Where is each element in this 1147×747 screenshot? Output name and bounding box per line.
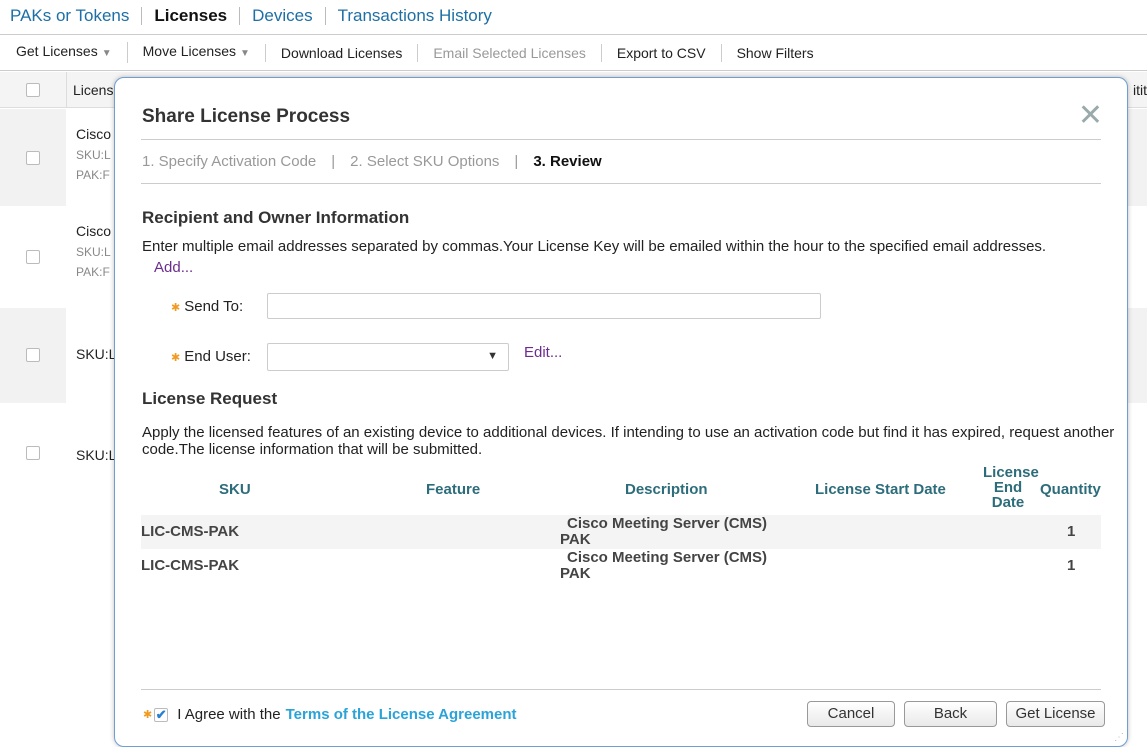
cell-description: Cisco Meeting Server (CMS) PAK [560,550,767,582]
column-header-license-start-date: License Start Date [815,481,946,498]
terms-link[interactable]: Terms of the License Agreement [286,706,517,723]
send-to-label: ✱ Send To: [171,298,243,315]
checkmark-icon: ✔ [155,706,167,722]
move-licenses-label: Move Licenses [142,43,237,59]
cell-sku: LIC-CMS-PAK [141,523,240,540]
dialog-title: Share License Process [142,106,351,127]
top-navigation: PAKs or Tokens Licenses Devices Transact… [0,0,1147,32]
end-user-label: ✱ End User: [171,348,251,365]
step-review: 3. Review [533,153,602,170]
end-date-header-line1: License [983,464,1039,481]
export-to-csv-button[interactable]: Export to CSV [600,43,721,62]
end-date-header-line3: Date [991,494,1025,511]
column-header-quantity: itit [1133,82,1147,98]
toolbar: Get Licenses ▼ Move Licenses ▼ Download Li… [0,34,1147,71]
row-checkbox[interactable] [26,151,40,165]
dropdown-arrow-icon: ▼ [487,350,498,362]
close-icon[interactable]: ✕ [1078,101,1103,131]
agreement-row: ✱ ✔ I Agree with the Terms of the Licens… [143,706,517,723]
table-row: LIC-CMS-PAK Cisco Meeting Server (CMS) P… [141,549,1101,583]
get-license-button[interactable]: Get License [1006,701,1105,727]
end-user-select[interactable]: ▼ [267,343,509,371]
agree-checkbox[interactable]: ✔ [154,706,169,722]
column-header-quantity: Quantity [1040,481,1101,498]
add-email-link[interactable]: Add... [154,259,193,276]
end-date-header-line2: End [993,479,1023,496]
download-licenses-button[interactable]: Download Licenses [264,43,417,62]
column-header-sku: SKU [219,481,251,498]
step-separator: | [514,153,519,170]
required-icon: ✱ [171,302,181,314]
license-request-title: License Request [142,389,278,408]
get-licenses-menu[interactable]: Get Licenses ▼ [0,42,127,63]
row-checkbox[interactable] [26,348,40,362]
column-header-license-end-date: License End Date [983,464,1039,511]
agree-text: I Agree with the [177,706,281,723]
step-separator: | [331,153,336,170]
description-line2: PAK [560,565,591,582]
column-header-feature: Feature [426,481,481,498]
wizard-steps: 1. Specify Activation Code | 2. Select S… [142,153,602,170]
share-license-dialog: Share License Process ✕ 1. Specify Activ… [114,77,1128,747]
required-icon: ✱ [171,352,181,364]
description-line2: PAK [560,531,591,548]
step-select-sku-options: 2. Select SKU Options [350,153,500,170]
divider [141,139,1101,140]
caret-down-icon: ▼ [240,48,250,59]
license-request-description: Apply the licensed features of an existi… [142,424,1115,458]
show-filters-button[interactable]: Show Filters [720,43,829,62]
divider [141,689,1101,690]
cancel-button[interactable]: Cancel [807,701,895,727]
column-header-description: Description [625,481,708,498]
tab-paks-or-tokens[interactable]: PAKs or Tokens [0,7,141,25]
column-header-license: Licens [66,72,113,108]
edit-end-user-link[interactable]: Edit... [524,344,562,361]
divider [141,183,1101,184]
required-icon: ✱ [143,709,153,721]
back-button[interactable]: Back [904,701,997,727]
cell-quantity: 1 [1067,523,1076,540]
tab-licenses[interactable]: Licenses [141,7,239,25]
recipient-instructions: Enter multiple email addresses separated… [142,238,1047,255]
tab-transactions-history[interactable]: Transactions History [324,7,504,25]
description-line1: Cisco Meeting Server (CMS) [567,515,768,532]
description-line1: Cisco Meeting Server (CMS) [567,549,768,566]
table-row: LIC-CMS-PAK Cisco Meeting Server (CMS) P… [141,515,1101,549]
move-licenses-menu[interactable]: Move Licenses ▼ [126,42,265,63]
cell-sku: LIC-CMS-PAK [141,557,240,574]
recipient-section-title: Recipient and Owner Information [142,208,410,227]
end-user-label-text: End User: [184,348,251,365]
cell-quantity: 1 [1067,557,1076,574]
email-selected-licenses-button[interactable]: Email Selected Licenses [417,43,601,62]
row-checkbox[interactable] [26,250,40,264]
get-licenses-label: Get Licenses [16,43,98,59]
resize-handle-icon[interactable]: ⋰ [1114,732,1124,743]
row-checkbox[interactable] [26,446,40,460]
caret-down-icon: ▼ [101,48,112,59]
cell-description: Cisco Meeting Server (CMS) PAK [560,516,767,548]
select-all-checkbox[interactable] [26,83,40,97]
send-to-label-text: Send To: [184,298,244,315]
step-specify-activation-code: 1. Specify Activation Code [142,153,317,170]
tab-devices[interactable]: Devices [239,7,324,25]
send-to-input[interactable] [267,293,821,319]
